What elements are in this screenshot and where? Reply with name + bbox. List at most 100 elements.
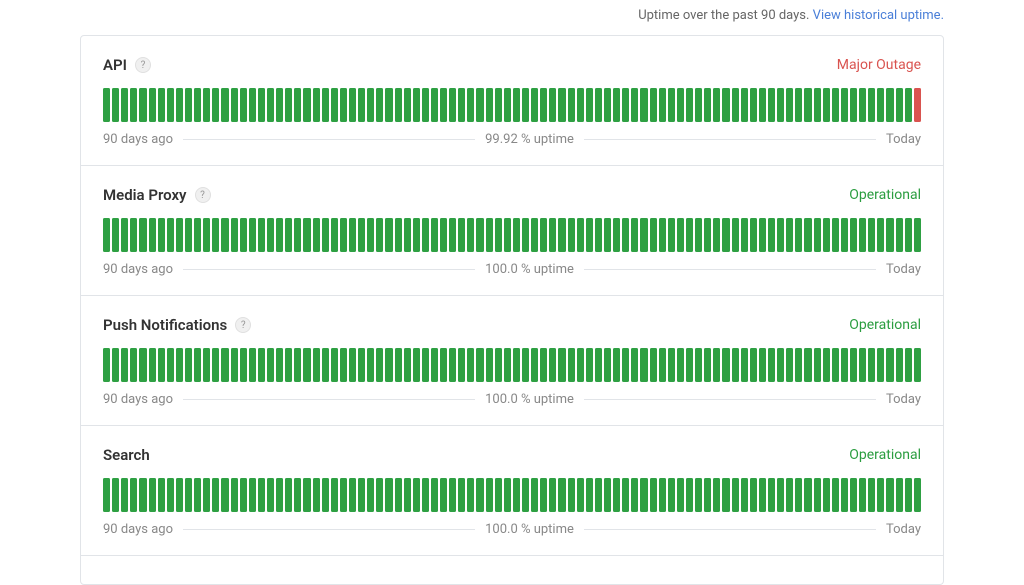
uptime-day-bar[interactable] [395,478,402,512]
uptime-day-bar[interactable] [832,478,839,512]
uptime-day-bar[interactable] [823,88,830,122]
uptime-day-bar[interactable] [804,88,811,122]
uptime-day-bar[interactable] [750,218,757,252]
uptime-day-bar[interactable] [149,478,156,512]
uptime-day-bar[interactable] [640,88,647,122]
uptime-day-bar[interactable] [294,218,301,252]
uptime-day-bar[interactable] [650,88,657,122]
uptime-day-bar[interactable] [859,218,866,252]
uptime-day-bar[interactable] [558,218,565,252]
uptime-day-bar[interactable] [540,218,547,252]
uptime-day-bar[interactable] [212,88,219,122]
uptime-day-bar[interactable] [804,348,811,382]
uptime-day-bar[interactable] [814,478,821,512]
uptime-day-bar[interactable] [549,348,556,382]
uptime-day-bar[interactable] [549,218,556,252]
uptime-day-bar[interactable] [185,478,192,512]
uptime-day-bar[interactable] [367,348,374,382]
uptime-day-bar[interactable] [449,348,456,382]
uptime-day-bar[interactable] [868,88,875,122]
uptime-day-bar[interactable] [568,348,575,382]
uptime-day-bar[interactable] [185,88,192,122]
uptime-day-bar[interactable] [203,218,210,252]
uptime-day-bar[interactable] [404,348,411,382]
uptime-day-bar[interactable] [303,88,310,122]
uptime-day-bar[interactable] [896,348,903,382]
uptime-day-bar[interactable] [331,218,338,252]
uptime-day-bar[interactable] [750,88,757,122]
uptime-day-bar[interactable] [504,218,511,252]
uptime-day-bar[interactable] [786,218,793,252]
uptime-day-bar[interactable] [495,88,502,122]
uptime-day-bar[interactable] [558,348,565,382]
uptime-day-bar[interactable] [850,348,857,382]
uptime-day-bar[interactable] [631,348,638,382]
uptime-day-bar[interactable] [558,478,565,512]
uptime-day-bar[interactable] [704,348,711,382]
uptime-day-bar[interactable] [786,348,793,382]
uptime-day-bar[interactable] [331,478,338,512]
uptime-day-bar[interactable] [859,478,866,512]
uptime-day-bar[interactable] [868,478,875,512]
uptime-day-bar[interactable] [376,478,383,512]
uptime-day-bar[interactable] [422,88,429,122]
uptime-day-bar[interactable] [413,88,420,122]
uptime-day-bar[interactable] [504,88,511,122]
uptime-day-bar[interactable] [659,348,666,382]
uptime-day-bar[interactable] [185,218,192,252]
uptime-day-bar[interactable] [841,478,848,512]
uptime-day-bar[interactable] [112,88,119,122]
uptime-day-bar[interactable] [158,478,165,512]
uptime-day-bar[interactable] [504,478,511,512]
uptime-day-bar[interactable] [650,218,657,252]
uptime-day-bar[interactable] [631,478,638,512]
uptime-day-bar[interactable] [768,348,775,382]
uptime-day-bar[interactable] [713,478,720,512]
uptime-day-bar[interactable] [231,218,238,252]
uptime-day-bar[interactable] [358,88,365,122]
uptime-day-bar[interactable] [886,348,893,382]
uptime-day-bar[interactable] [804,218,811,252]
uptime-day-bar[interactable] [741,88,748,122]
uptime-day-bar[interactable] [395,88,402,122]
uptime-day-bar[interactable] [668,218,675,252]
uptime-day-bar[interactable] [613,348,620,382]
uptime-day-bar[interactable] [604,478,611,512]
uptime-day-bar[interactable] [823,218,830,252]
uptime-day-bar[interactable] [103,478,110,512]
uptime-day-bar[interactable] [841,88,848,122]
uptime-day-bar[interactable] [176,88,183,122]
uptime-day-bar[interactable] [340,348,347,382]
uptime-day-bar[interactable] [276,348,283,382]
uptime-day-bar[interactable] [750,478,757,512]
uptime-day-bar[interactable] [568,218,575,252]
uptime-day-bar[interactable] [759,478,766,512]
uptime-day-bar[interactable] [850,218,857,252]
uptime-day-bar[interactable] [914,88,921,122]
uptime-day-bar[interactable] [540,348,547,382]
uptime-day-bar[interactable] [905,88,912,122]
uptime-day-bar[interactable] [795,218,802,252]
uptime-day-bar[interactable] [704,218,711,252]
uptime-day-bar[interactable] [814,348,821,382]
historical-uptime-link[interactable]: View historical uptime. [813,8,944,23]
uptime-day-bar[interactable] [504,348,511,382]
uptime-day-bar[interactable] [604,88,611,122]
uptime-day-bar[interactable] [722,88,729,122]
uptime-day-bar[interactable] [768,478,775,512]
uptime-day-bar[interactable] [349,348,356,382]
uptime-day-bar[interactable] [130,88,137,122]
uptime-day-bar[interactable] [249,88,256,122]
uptime-day-bar[interactable] [413,218,420,252]
uptime-day-bar[interactable] [759,348,766,382]
uptime-day-bar[interactable] [722,218,729,252]
uptime-day-bar[interactable] [886,478,893,512]
uptime-day-bar[interactable] [540,478,547,512]
uptime-day-bar[interactable] [476,348,483,382]
uptime-day-bar[interactable] [595,478,602,512]
uptime-day-bar[interactable] [668,478,675,512]
uptime-day-bar[interactable] [604,348,611,382]
uptime-day-bar[interactable] [823,478,830,512]
uptime-day-bar[interactable] [686,478,693,512]
uptime-day-bar[interactable] [467,218,474,252]
